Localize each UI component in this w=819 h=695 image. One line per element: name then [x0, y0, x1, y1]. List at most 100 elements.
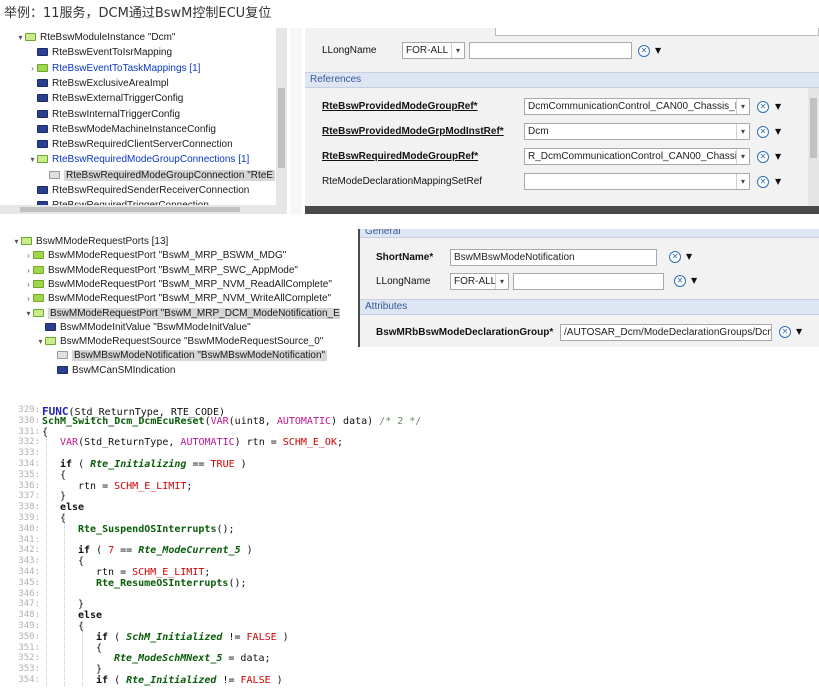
clear-icon[interactable]: ✕	[638, 45, 650, 57]
code-line: if ( 7 == Rte_ModeCurrent_5 )	[78, 545, 253, 557]
llongname-input[interactable]	[469, 42, 632, 59]
dropdown-arrow-icon[interactable]: ▼	[775, 101, 781, 113]
tree-item[interactable]: RteBswRequiredModeGroupConnection "RteE	[40, 168, 275, 183]
tree-item[interactable]: RteBswModeMachineInstanceConfig	[28, 122, 216, 137]
tree-item-label: BswMModeRequestPort "BswM_MRP_DCM_ModeNo…	[48, 307, 340, 319]
tree-item[interactable]: BswMModeInitValue "BswMModeInitValue"	[36, 320, 251, 335]
tree-item-label: BswMModeRequestPorts [13]	[36, 236, 169, 247]
reference-select[interactable]: R_DcmCommunicationControl_CAN00_Chassis_…	[524, 148, 750, 165]
llongname-language-select[interactable]: FOR-ALL ▾	[450, 273, 509, 290]
line-number: 352:	[18, 653, 40, 664]
tree-item[interactable]: › BswMModeRequestPort "BswM_MRP_NVM_Write…	[24, 291, 331, 306]
tree-item[interactable]: › BswMModeRequestPort "BswM_MRP_SWC_AppMo…	[24, 263, 298, 278]
code-line: else	[60, 502, 85, 514]
tree-item[interactable]: ▾ RteBswRequiredModeGroupConnections [1]	[28, 152, 249, 167]
tree-item[interactable]: RteBswInternalTriggerConfig	[28, 107, 180, 122]
clear-icon[interactable]: ✕	[757, 176, 769, 188]
chevron-down-icon: ▾	[736, 124, 749, 139]
dropdown-arrow-icon[interactable]: ▼	[775, 126, 781, 138]
chevron-down-icon[interactable]: ▾	[36, 334, 45, 349]
tree-item-label: RteBswModuleInstance "Dcm"	[40, 32, 176, 43]
container-icon	[37, 78, 48, 87]
reference-value: R_DcmCommunicationControl_CAN00_Chassis_…	[528, 151, 750, 162]
dropdown-arrow-icon[interactable]: ▼	[691, 275, 697, 287]
clear-icon[interactable]: ✕	[669, 251, 681, 263]
tree-item-label: RteBswEventToIsrMapping	[52, 47, 173, 59]
tree1-vertical-scrollbar[interactable]	[276, 28, 287, 214]
tree-item[interactable]: RteBswExternalTriggerConfig	[28, 91, 183, 106]
folder-icon	[57, 351, 68, 360]
shortname-input[interactable]: BswMBswModeNotification	[450, 249, 657, 266]
reference-label: RteModeDeclarationMappingSetRef	[322, 176, 483, 187]
tree-item[interactable]: RteBswExclusiveAreaImpl	[28, 76, 169, 91]
tree-item[interactable]: › BswMModeRequestPort "BswM_MRP_NVM_ReadA…	[24, 277, 332, 292]
chevron-down-icon[interactable]: ▾	[28, 152, 37, 167]
splitter-1[interactable]	[290, 28, 302, 214]
dropdown-arrow-icon[interactable]: ▼	[775, 176, 781, 188]
tree-item-label: BswMBswModeNotification "BswMBswModeNoti…	[72, 350, 328, 362]
chevron-down-icon[interactable]: ▾	[16, 30, 25, 45]
rte-config-tree[interactable]: ▾ RteBswModuleInstance "Dcm" RteBswEventTo…	[0, 28, 290, 214]
clear-icon[interactable]: ✕	[674, 275, 686, 287]
tree-item[interactable]: › RteBswEventToTaskMappings [1]	[28, 61, 200, 76]
code-editor[interactable]: 329: FUNC(Std_ReturnType, RTE_CODE) 330: Sc…	[0, 402, 819, 695]
code-line: {	[60, 469, 67, 481]
chevron-right-icon[interactable]: ›	[24, 277, 33, 292]
dropdown-arrow-icon[interactable]: ▼	[655, 45, 661, 57]
tree-item[interactable]: › BswMModeRequestPort "BswM_MRP_BSWM_MDG"	[24, 248, 286, 263]
line-number: 341:	[18, 534, 40, 545]
tree-item-label: RteBswRequiredSenderReceiverConnection	[52, 185, 250, 196]
tree-item[interactable]: BswMBswModeNotification "BswMBswModeNoti…	[48, 348, 328, 363]
clear-icon[interactable]: ✕	[757, 101, 769, 113]
reference-select[interactable]: ▾	[524, 173, 750, 190]
clear-icon[interactable]: ✕	[757, 151, 769, 163]
dropdown-arrow-icon[interactable]: ▼	[775, 151, 781, 163]
tree-item-label: RteBswRequiredModeGroupConnections [1]	[52, 154, 250, 166]
folder-icon	[33, 251, 44, 260]
tree-item[interactable]: ▾ BswMModeRequestPort "BswM_MRP_DCM_ModeN…	[24, 306, 340, 321]
panel1-top-strip	[495, 28, 819, 36]
chevron-right-icon[interactable]: ›	[28, 61, 37, 76]
mode-declaration-group-label: BswMRbBswModeDeclarationGroup*	[376, 327, 554, 338]
tree-item[interactable]: ▾ BswMModeRequestSource "BswMModeRequestS…	[36, 334, 323, 349]
tree1-horizontal-scrollbar[interactable]	[0, 205, 276, 214]
chevron-right-icon[interactable]: ›	[24, 248, 33, 263]
container-icon	[57, 365, 68, 374]
panel1-vertical-scrollbar[interactable]	[808, 88, 819, 214]
folder-icon	[33, 265, 44, 274]
dropdown-arrow-icon[interactable]: ▼	[686, 251, 692, 263]
tree-item[interactable]: RteBswEventToIsrMapping	[28, 45, 172, 60]
tree-item[interactable]: RteBswRequiredClientServerConnection	[28, 137, 233, 152]
tree-item[interactable]: BswMCanSMIndication	[48, 363, 175, 378]
tree-item-label: BswMCanSMIndication	[72, 364, 176, 376]
dropdown-arrow-icon[interactable]: ▼	[796, 326, 802, 338]
llongname-input[interactable]	[513, 273, 664, 290]
mode-declaration-group-input[interactable]: /AUTOSAR_Dcm/ModeDeclarationGroups/DcmEc	[560, 324, 772, 341]
line-number: 340:	[18, 523, 40, 534]
container-icon	[45, 322, 56, 331]
tree-item[interactable]: ▾ RteBswModuleInstance "Dcm"	[16, 30, 175, 45]
chevron-right-icon[interactable]: ›	[24, 291, 33, 306]
chevron-right-icon[interactable]: ›	[24, 263, 33, 278]
reference-select[interactable]: DcmCommunicationControl_CAN00_Chassis_Ne…	[524, 98, 750, 115]
line-number: 347:	[18, 599, 40, 610]
bswm-config-tree[interactable]: ▾ BswMModeRequestPorts [13] › BswMModeReque…	[0, 232, 340, 378]
clear-icon[interactable]: ✕	[779, 326, 791, 338]
tree-item[interactable]: ▾ BswMModeRequestPorts [13]	[12, 234, 168, 249]
chevron-down-icon: ▾	[451, 43, 464, 58]
chevron-down-icon[interactable]: ▾	[24, 306, 33, 321]
container-icon	[37, 48, 48, 57]
chevron-down-icon[interactable]: ▾	[12, 234, 21, 249]
tree-item[interactable]: RteBswRequiredSenderReceiverConnection	[28, 183, 249, 198]
code-line: Rte_SuspendOSInterrupts();	[78, 523, 235, 535]
tree-item-label: BswMModeRequestPort "BswM_MRP_NVM_ReadAl…	[48, 278, 332, 290]
tree-item-label: RteBswRequiredClientServerConnection	[52, 139, 233, 151]
line-number: 344:	[18, 567, 40, 577]
clear-icon[interactable]: ✕	[757, 126, 769, 138]
llongname-language-select[interactable]: FOR-ALL ▾	[402, 42, 465, 59]
line-number: 330:	[18, 415, 40, 426]
bswm-properties-panel: General ShortName* BswMBswModeNotificati…	[358, 229, 819, 347]
reference-value: Dcm	[528, 126, 549, 137]
reference-select[interactable]: Dcm ▾	[524, 123, 750, 140]
line-number: 343:	[18, 556, 40, 567]
